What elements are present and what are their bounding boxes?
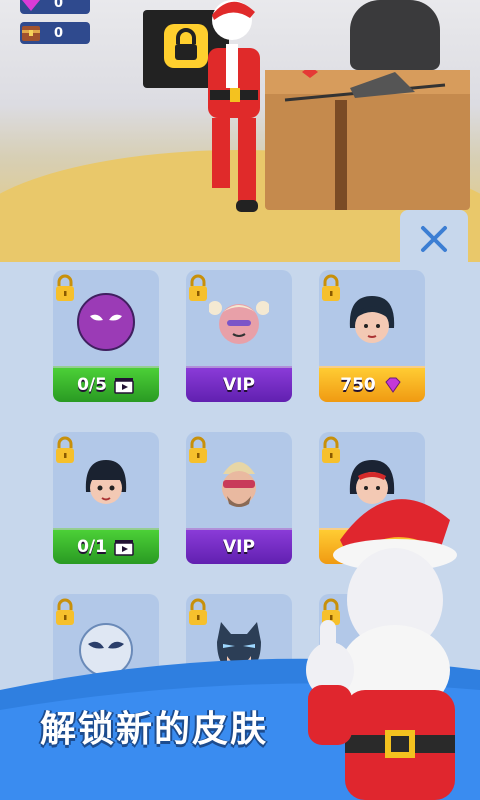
- star-glasses-man-portrait: [222, 462, 256, 507]
- close-button[interactable]: [400, 210, 468, 268]
- mannequin: [350, 0, 440, 70]
- video-icon: [114, 540, 134, 556]
- vip-bar: VIP: [186, 528, 292, 564]
- card-label: VIP: [223, 375, 255, 395]
- skin-card[interactable]: 0/1: [53, 432, 159, 564]
- card-label: 0/1: [77, 537, 107, 557]
- padlock-icon: [56, 436, 74, 463]
- padlock-icon: [189, 436, 207, 463]
- skin-card[interactable]: 0/5: [53, 270, 159, 402]
- chest-counter: 0: [20, 22, 90, 44]
- padlock-icon: [56, 274, 74, 301]
- price-bar: 750: [319, 366, 425, 402]
- bob-hair-girl-portrait: [85, 460, 127, 504]
- skin-card[interactable]: 750: [319, 270, 425, 402]
- padlock-icon: [189, 274, 207, 301]
- padlock-icon: [189, 598, 207, 625]
- skin-card[interactable]: VIP: [186, 270, 292, 402]
- progress-bar: 0/1: [53, 528, 159, 564]
- gem-icon: [385, 377, 401, 393]
- santa-mascot: [306, 499, 457, 800]
- card-label: 0/5: [77, 375, 107, 395]
- wooden-table: [265, 70, 470, 210]
- gem-count: 0: [54, 0, 64, 11]
- video-icon: [114, 378, 134, 394]
- padlock-icon: [322, 436, 340, 463]
- pigtail-girl-portrait: [209, 301, 269, 344]
- card-label: 750: [340, 375, 376, 395]
- progress-bar: 0/5: [53, 366, 159, 402]
- spider-mask-portrait: [77, 293, 135, 351]
- gem-counter: 0: [20, 0, 90, 14]
- padlock-icon: [322, 274, 340, 301]
- card-label: VIP: [223, 537, 255, 557]
- close-icon: [421, 226, 447, 252]
- dark-hair-girl-portrait: [349, 296, 395, 343]
- padlock-icon: [56, 598, 74, 625]
- santa-character: [208, 0, 260, 212]
- skin-card[interactable]: VIP: [186, 432, 292, 564]
- chest-count: 0: [54, 25, 64, 41]
- chest-icon: [22, 26, 40, 41]
- gem-icon: [22, 0, 40, 11]
- vip-bar: VIP: [186, 366, 292, 402]
- banner-title: 解锁新的皮肤: [40, 709, 269, 750]
